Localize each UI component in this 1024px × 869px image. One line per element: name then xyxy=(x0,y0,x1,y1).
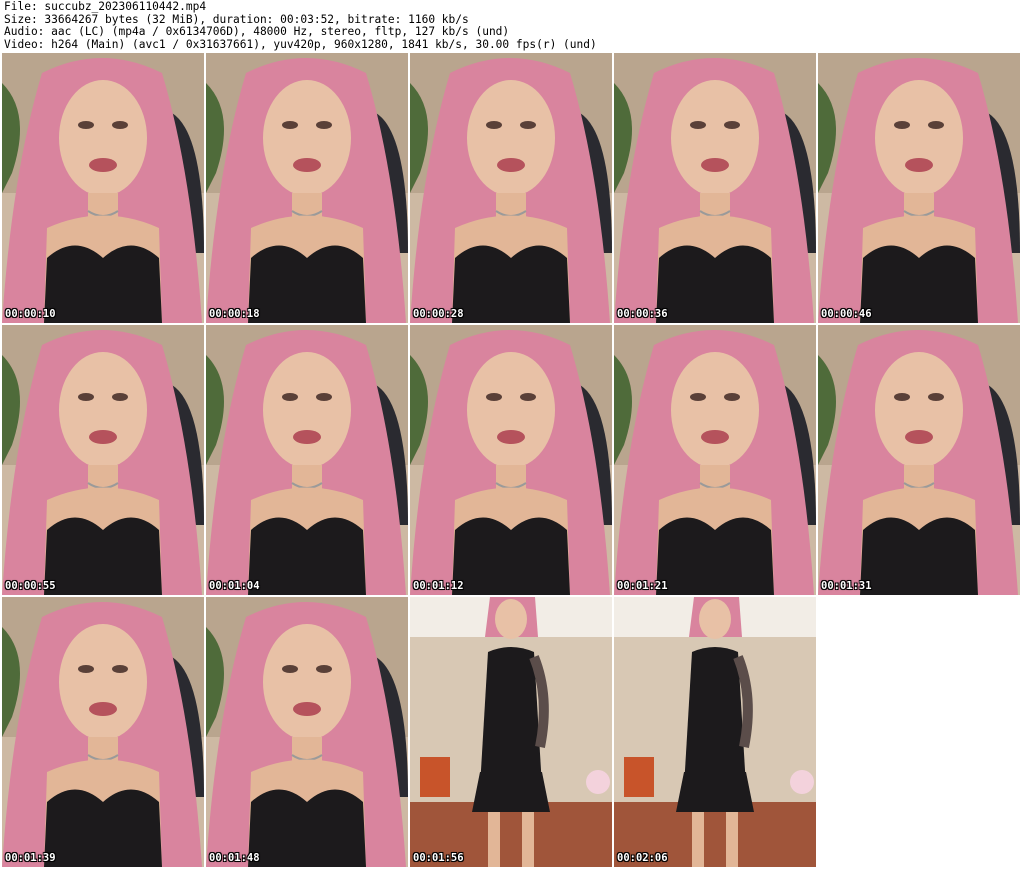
video-thumbnail: 00:02:06 xyxy=(614,597,816,867)
video-thumbnail: 00:01:21 xyxy=(614,325,816,595)
audio-info-line: Audio: aac (LC) (mp4a / 0x6134706D), 480… xyxy=(4,25,510,39)
timestamp-label: 00:00:46 xyxy=(821,308,872,320)
video-thumbnail: 00:01:48 xyxy=(206,597,408,867)
video-thumbnail: 00:01:39 xyxy=(2,597,204,867)
timestamp-label: 00:01:04 xyxy=(209,580,260,592)
timestamp-label: 00:01:21 xyxy=(617,580,668,592)
timestamp-label: 00:01:48 xyxy=(209,852,260,864)
timestamp-label: 00:02:06 xyxy=(617,852,668,864)
video-thumbnail: 00:01:56 xyxy=(410,597,612,867)
file-name-line: File: succubz_202306110442.mp4 xyxy=(4,0,207,13)
timestamp-label: 00:01:56 xyxy=(413,852,464,864)
video-thumbnail: 00:00:28 xyxy=(410,53,612,323)
video-thumbnail: 00:00:36 xyxy=(614,53,816,323)
timestamp-label: 00:00:28 xyxy=(413,308,464,320)
video-thumbnail: 00:00:55 xyxy=(2,325,204,595)
timestamp-label: 00:01:39 xyxy=(5,852,56,864)
timestamp-label: 00:01:31 xyxy=(821,580,872,592)
timestamp-label: 00:00:18 xyxy=(209,308,260,320)
video-thumbnail: 00:01:04 xyxy=(206,325,408,595)
timestamp-label: 00:00:36 xyxy=(617,308,668,320)
video-thumbnail: 00:00:10 xyxy=(2,53,204,323)
thumbnail-grid: 00:00:10 00:00:18 00:00:28 00:00:36 00:0 xyxy=(2,53,1020,867)
media-info-header: File: succubz_202306110442.mp4 Size: 336… xyxy=(4,0,1020,51)
timestamp-label: 00:00:10 xyxy=(5,308,56,320)
video-thumbnail: 00:00:46 xyxy=(818,53,1020,323)
video-thumbnail: 00:01:12 xyxy=(410,325,612,595)
timestamp-label: 00:00:55 xyxy=(5,580,56,592)
timestamp-label: 00:01:12 xyxy=(413,580,464,592)
video-info-line: Video: h264 (Main) (avc1 / 0x31637661), … xyxy=(4,37,597,51)
video-thumbnail: 00:00:18 xyxy=(206,53,408,323)
video-thumbnail: 00:01:31 xyxy=(818,325,1020,595)
